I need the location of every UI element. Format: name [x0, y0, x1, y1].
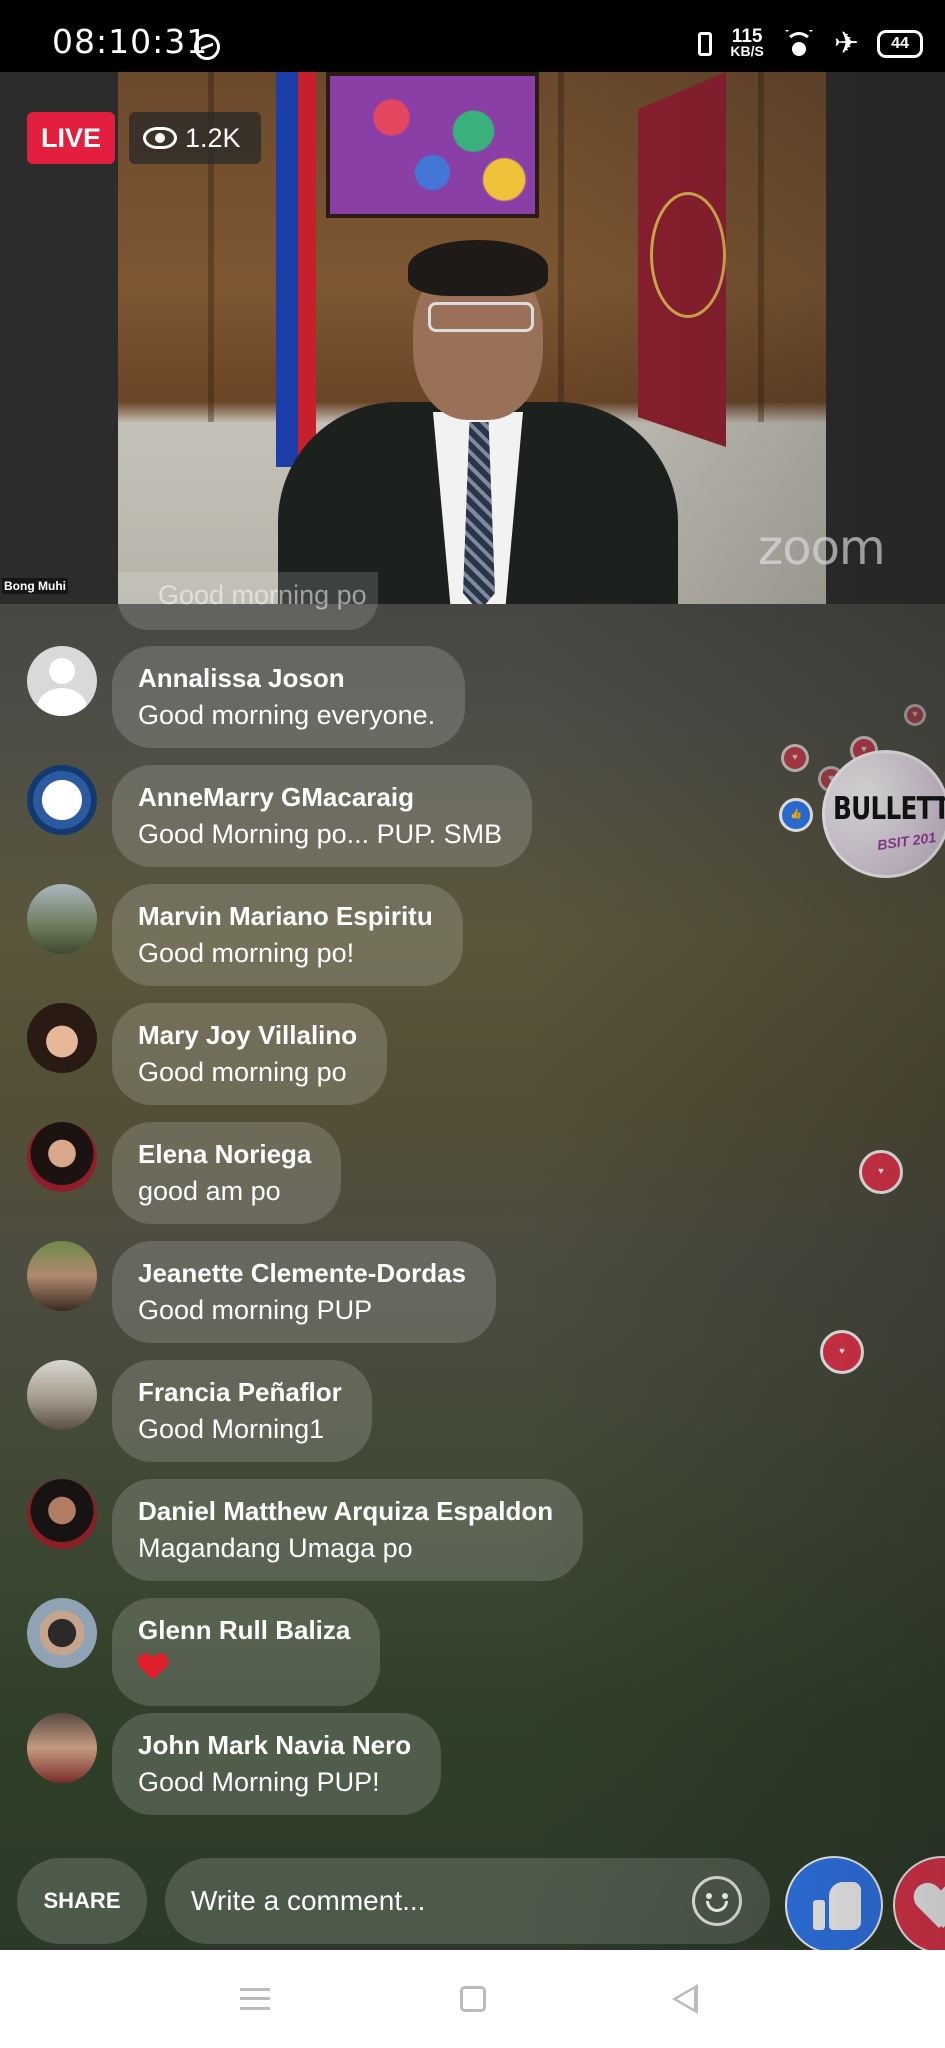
- viewer-count-badge: 1.2K: [129, 112, 261, 164]
- avatar[interactable]: [27, 1003, 97, 1073]
- comment-item: Elena Noriega good am po: [27, 1122, 342, 1224]
- comment-author[interactable]: AnneMarry GMacaraig: [138, 779, 502, 815]
- bulletin-title: BULLETTI: [833, 791, 945, 827]
- avatar[interactable]: [27, 1360, 97, 1430]
- comment-bubble: Glenn Rull Baliza: [112, 1598, 381, 1706]
- messenger-notification-icon: [194, 34, 220, 60]
- avatar[interactable]: [27, 1122, 97, 1192]
- network-speed-value: 115: [731, 26, 763, 47]
- comment-text: good am po: [138, 1176, 281, 1206]
- avatar[interactable]: [27, 1479, 97, 1549]
- love-reaction-button[interactable]: [893, 1856, 945, 1950]
- status-icons: 115 KB/S ✈ 44: [698, 26, 923, 62]
- comment-text: Good Morning po... PUP. SMB: [138, 819, 503, 849]
- floating-love-reaction-icon: ♥: [859, 1150, 903, 1194]
- comment-item: Glenn Rull Baliza: [27, 1598, 381, 1706]
- live-badge: LIVE: [27, 112, 115, 164]
- red-heart-emoji: [138, 1654, 168, 1682]
- comment-item: Marvin Mariano Espiritu Good morning po!: [27, 884, 463, 986]
- bulletin-subtitle: BSIT 201: [876, 828, 937, 854]
- speaker-person: [258, 232, 698, 604]
- floating-love-reaction-icon: ♥: [781, 744, 809, 772]
- comment-item: Annalissa Joson Good morning everyone.: [27, 646, 466, 748]
- avatar[interactable]: [27, 884, 97, 954]
- comment-input[interactable]: Write a comment...: [165, 1858, 770, 1944]
- comment-author[interactable]: Glenn Rull Baliza: [138, 1612, 350, 1648]
- comment-item: Mary Joy Villalino Good morning po: [27, 1003, 388, 1105]
- comment-author[interactable]: Marvin Mariano Espiritu: [138, 898, 433, 934]
- comment-bubble: Mary Joy Villalino Good morning po: [112, 1003, 388, 1105]
- viewer-count: 1.2K: [185, 123, 241, 153]
- comment-item: Daniel Matthew Arquiza Espaldon Magandan…: [27, 1479, 584, 1581]
- comment-bubble: Daniel Matthew Arquiza Espaldon Magandan…: [112, 1479, 584, 1581]
- avatar[interactable]: [27, 1241, 97, 1311]
- comment-text: Good morning everyone.: [138, 700, 436, 730]
- comment-text: Good morning po!: [138, 938, 355, 968]
- participant-name: Bong Muhi: [2, 578, 68, 594]
- comment-author[interactable]: Jeanette Clemente-Dordas: [138, 1255, 466, 1291]
- avatar[interactable]: [27, 1713, 97, 1783]
- share-button[interactable]: SHARE: [17, 1858, 147, 1944]
- floating-love-reaction-icon: ♥: [904, 704, 926, 726]
- comment-bubble: John Mark Navia Nero Good Morning PUP!: [112, 1713, 442, 1815]
- system-navigation-bar: [0, 1950, 945, 2048]
- wifi-icon: [782, 30, 816, 58]
- network-speed-unit: KB/S: [730, 43, 764, 59]
- comment-item: Francia Peñaflor Good Morning1: [27, 1360, 372, 1462]
- comment-bubble: Francia Peñaflor Good Morning1: [112, 1360, 372, 1462]
- comment-author[interactable]: Francia Peñaflor: [138, 1374, 342, 1410]
- comment-author[interactable]: John Mark Navia Nero: [138, 1727, 411, 1763]
- comment-bubble: Elena Noriega good am po: [112, 1122, 342, 1224]
- vibrate-icon: [698, 32, 713, 56]
- floating-page-reaction-avatar: BULLETTI BSIT 201: [822, 750, 945, 878]
- battery-level: 44: [877, 30, 923, 58]
- comment-composer: SHARE Write a comment...: [0, 1840, 945, 1950]
- heart-icon: [915, 1884, 945, 1930]
- comment-author[interactable]: Elena Noriega: [138, 1136, 311, 1172]
- floating-love-reaction-icon: ♥: [818, 766, 844, 792]
- comment-text: Magandang Umaga po: [138, 1533, 413, 1563]
- comment-bubble: Annalissa Joson Good morning everyone.: [112, 646, 466, 748]
- floating-love-reaction-icon: ♥: [850, 736, 878, 764]
- comment-text: Good morning po: [138, 1057, 347, 1087]
- comment-text: Good Morning PUP!: [138, 1767, 380, 1797]
- emoji-picker-icon[interactable]: [692, 1876, 742, 1926]
- status-time: 08:10:31: [52, 22, 209, 61]
- avatar[interactable]: [27, 765, 97, 835]
- university-flag: [638, 72, 726, 447]
- live-stream-area: zoom Bong Muhi LIVE 1.2K Good morning po…: [0, 72, 945, 1950]
- comment-item: John Mark Navia Nero Good Morning PUP!: [27, 1713, 442, 1815]
- live-video[interactable]: zoom Bong Muhi LIVE 1.2K: [0, 72, 945, 604]
- floating-love-reaction-icon: ♥: [820, 1330, 864, 1374]
- zoom-watermark: zoom: [758, 520, 886, 576]
- menu-icon[interactable]: [240, 1988, 270, 2010]
- comment-input-placeholder: Write a comment...: [191, 1885, 426, 1916]
- comment-text: Good morning PUP: [138, 1295, 373, 1325]
- back-icon[interactable]: [672, 1984, 698, 2014]
- comment-bubble: AnneMarry GMacaraig Good Morning po... P…: [112, 765, 533, 867]
- partial-comment: Good morning po: [118, 572, 378, 630]
- home-icon[interactable]: [460, 1986, 486, 2012]
- university-seal: [650, 192, 726, 318]
- avatar[interactable]: [27, 646, 97, 716]
- status-bar: 08:10:31 115 KB/S ✈ 44: [0, 0, 945, 72]
- airplane-mode-icon: ✈: [833, 27, 859, 60]
- comment-item: AnneMarry GMacaraig Good Morning po... P…: [27, 765, 533, 867]
- like-reaction-button[interactable]: [785, 1856, 883, 1950]
- comment-item: Jeanette Clemente-Dordas Good morning PU…: [27, 1241, 496, 1343]
- comment-bubble: Jeanette Clemente-Dordas Good morning PU…: [112, 1241, 496, 1343]
- network-speed: 115 KB/S: [730, 26, 764, 59]
- comment-author[interactable]: Mary Joy Villalino: [138, 1017, 357, 1053]
- floating-like-reaction-icon: 👍: [779, 798, 813, 832]
- comment-text: Good Morning1: [138, 1414, 325, 1444]
- comment-bubble: Marvin Mariano Espiritu Good morning po!: [112, 884, 463, 986]
- comment-text: [138, 1648, 350, 1692]
- wall-painting: [326, 72, 539, 218]
- eye-icon: [143, 127, 177, 149]
- comment-author[interactable]: Annalissa Joson: [138, 660, 435, 696]
- avatar[interactable]: [27, 1598, 97, 1668]
- comment-author[interactable]: Daniel Matthew Arquiza Espaldon: [138, 1493, 553, 1529]
